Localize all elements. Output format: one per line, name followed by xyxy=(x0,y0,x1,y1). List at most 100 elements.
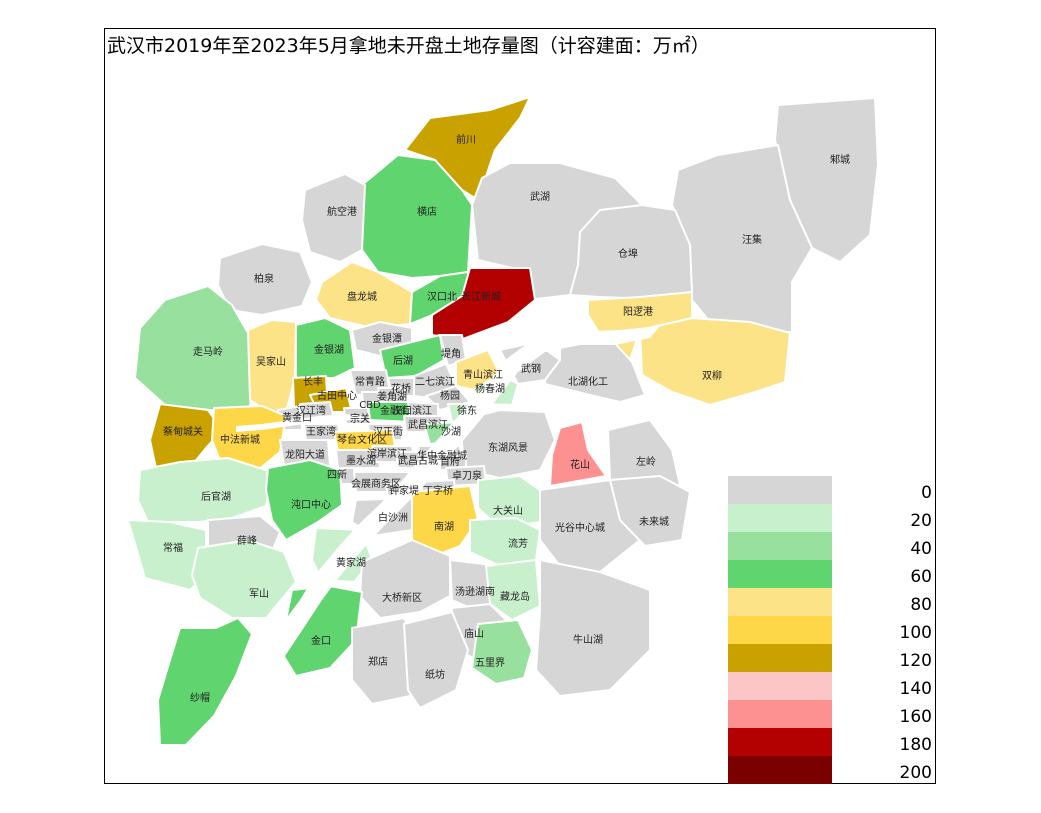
legend-swatch xyxy=(728,476,832,504)
legend-tick-label: 200 xyxy=(900,763,932,783)
district-label: 丁字桥 xyxy=(423,484,453,497)
district-label: 金银潭 xyxy=(372,332,402,345)
district-label: 金口 xyxy=(311,634,331,647)
legend-swatch xyxy=(728,532,832,560)
district-label: 卓刀泉 xyxy=(452,469,482,482)
district-label: 后官湖 xyxy=(201,490,231,503)
district-label: 邾城 xyxy=(830,153,850,166)
district-label: 姜角湖 xyxy=(377,390,407,403)
district-label: 双柳 xyxy=(702,369,722,382)
district-label: 大关山 xyxy=(493,504,523,517)
district-label: 军山 xyxy=(249,588,269,600)
district-region xyxy=(191,539,297,619)
district-label: 沌口中心 xyxy=(291,498,331,511)
district-label: 常福 xyxy=(163,541,183,554)
district-region xyxy=(137,457,273,523)
district-region xyxy=(535,559,651,697)
legend-swatch xyxy=(728,616,832,644)
legend-tick-label: 80 xyxy=(910,595,932,615)
legend-tick-label: 160 xyxy=(900,707,932,727)
district-label: 汤逊湖南 xyxy=(455,585,495,598)
legend-swatch xyxy=(728,644,832,672)
district-label: 五里界 xyxy=(475,657,505,669)
district-region xyxy=(549,421,607,487)
district-label: 龙阳大道 xyxy=(285,448,325,461)
legend-swatch xyxy=(728,504,832,532)
district-label: 蔡甸城关 xyxy=(163,425,203,438)
legend-tick-label: 100 xyxy=(900,623,932,643)
district-label: 黄金口 xyxy=(282,411,312,424)
district-label: 黄家湖 xyxy=(336,556,366,569)
district-label: 柏泉 xyxy=(254,272,274,285)
district-region xyxy=(301,173,366,263)
district-region xyxy=(359,539,451,619)
district-region xyxy=(639,317,791,406)
legend-tick-label: 60 xyxy=(910,567,932,587)
district-label: 王家湾 xyxy=(306,425,336,438)
district-label: 东湖风景 xyxy=(488,441,528,454)
district-label: 沙湖 xyxy=(441,426,461,438)
district-label: 左岭 xyxy=(636,455,656,468)
district-label: 光谷中心城 xyxy=(555,521,605,534)
district-label: 吴家山 xyxy=(256,355,286,368)
district-label: 中法新城 xyxy=(220,433,260,446)
district-label: 流芳 xyxy=(508,537,528,550)
district-region xyxy=(469,517,541,567)
district-label: 横店 xyxy=(417,205,437,218)
district-label: 宗关 xyxy=(350,412,370,425)
district-label: 堤角 xyxy=(441,348,461,360)
district-label: 汉口滨江 xyxy=(392,404,432,417)
district-label: 南湖 xyxy=(434,520,454,533)
district-label: 花山 xyxy=(570,458,590,471)
district-label: 薛峰 xyxy=(237,535,257,547)
district-label: 走马岭 xyxy=(193,345,223,358)
district-label: 首府 xyxy=(440,455,460,468)
district-label: 藏龙岛 xyxy=(500,590,530,603)
district-label: 杨园 xyxy=(440,389,460,402)
district-label: 长江新城 xyxy=(461,290,501,303)
district-label: 未来城 xyxy=(639,516,669,528)
district-label: 二七滨江 xyxy=(415,375,455,388)
district-label: 常青路 xyxy=(355,375,385,388)
district-label: 青山滨江 xyxy=(463,368,503,381)
district-label: 武钢 xyxy=(521,362,541,375)
legend-swatch xyxy=(728,672,832,700)
district-label: 后湖 xyxy=(393,355,413,367)
legend-tick-label: 0 xyxy=(921,483,932,503)
district-label: 盘龙城 xyxy=(347,290,377,303)
legend-swatch xyxy=(728,700,832,728)
district-label: 金银湖 xyxy=(314,343,344,356)
district-label: 庙山 xyxy=(464,627,484,640)
district-label: 汪集 xyxy=(742,233,762,246)
district-label: 前川 xyxy=(456,133,476,146)
district-label: 四新 xyxy=(327,468,347,481)
district-label: 北湖化工 xyxy=(568,375,608,388)
district-label: 牛山湖 xyxy=(573,633,603,646)
wuhan-district-map: 前川横店 航空港 武湖 邾城汪集仓埠柏泉盘龙城 汉口北 长江新城阳逻港双柳 走马岭吴家山 金银… xyxy=(127,96,932,784)
legend-swatch xyxy=(728,560,832,588)
legend-tick-label: 180 xyxy=(900,735,932,755)
district-label: 郑店 xyxy=(368,655,388,668)
legend-swatch xyxy=(728,756,832,784)
district-label: 琴台文化区 xyxy=(337,433,387,446)
district-label: 阳逻港 xyxy=(623,306,653,318)
district-region xyxy=(157,617,253,746)
legend: 0 20 40 60 80 100 120 140 160 180 200 xyxy=(728,476,932,784)
district-label: 纸坊 xyxy=(425,668,445,681)
legend-tick-label: 120 xyxy=(900,651,932,671)
legend-swatch xyxy=(728,728,832,756)
district-label: 武湖 xyxy=(530,190,550,203)
legend-tick-label: 40 xyxy=(910,539,932,559)
district-label: 大桥新区 xyxy=(382,591,422,604)
district-label: 长丰 xyxy=(303,375,323,388)
district-label: 航空港 xyxy=(327,205,357,218)
district-label: 钟家堤 xyxy=(389,484,419,497)
legend-swatch xyxy=(728,588,832,616)
district-label: 汉口北 xyxy=(427,291,457,303)
district-label: 仓埠 xyxy=(618,247,638,260)
district-label: 徐东 xyxy=(457,404,477,417)
district-label: 古田中心 xyxy=(317,389,357,402)
district-label: 杨春湖 xyxy=(475,382,505,395)
legend-tick-label: 140 xyxy=(900,679,932,699)
district-label: 白沙洲 xyxy=(378,511,408,524)
